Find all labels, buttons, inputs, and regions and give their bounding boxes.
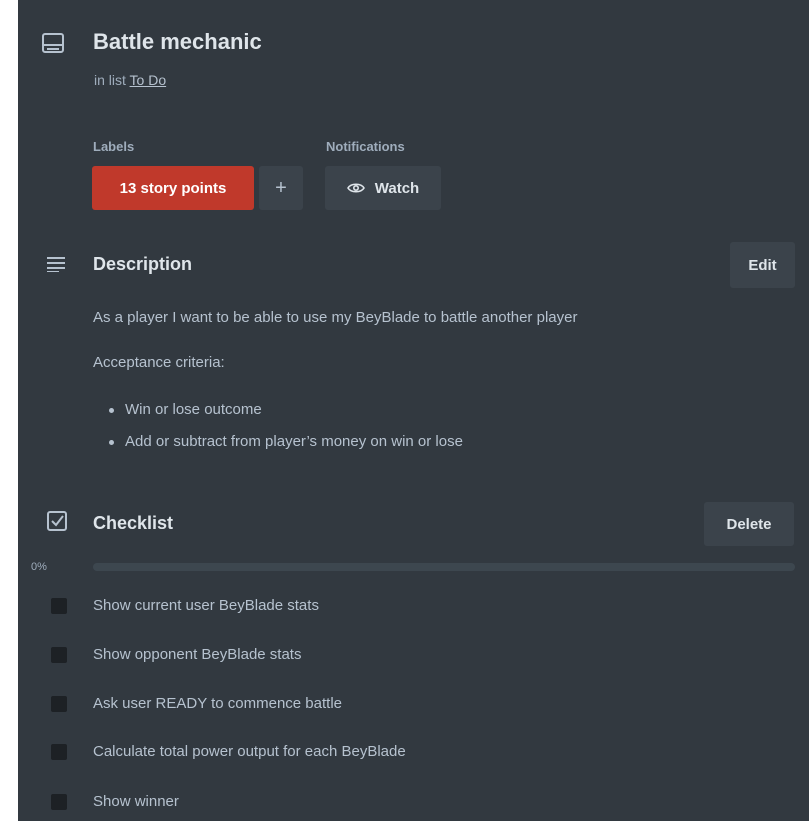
list-location: in list To Do bbox=[94, 72, 166, 88]
list-link[interactable]: To Do bbox=[130, 72, 167, 88]
checklist-heading: Checklist bbox=[93, 513, 174, 533]
eye-icon bbox=[346, 182, 365, 194]
add-label-button[interactable]: + bbox=[259, 166, 303, 210]
watch-button[interactable]: Watch bbox=[325, 166, 441, 210]
checklist-item[interactable]: Show current user BeyBlade stats bbox=[93, 597, 319, 614]
notifications-heading: Notifications bbox=[326, 139, 405, 154]
description-lines-icon bbox=[47, 256, 65, 272]
in-list-prefix: in list bbox=[94, 72, 126, 88]
plus-icon: + bbox=[275, 176, 287, 199]
label-chip[interactable]: 13 story points bbox=[92, 166, 254, 210]
card-detail-panel: Battle mechanic in list To Do Labels 13 … bbox=[18, 0, 809, 821]
card-title[interactable]: Battle mechanic bbox=[93, 29, 262, 55]
acceptance-criteria-heading: Acceptance criteria: bbox=[93, 354, 225, 371]
checklist-item[interactable]: Show opponent BeyBlade stats bbox=[93, 646, 301, 663]
watch-label: Watch bbox=[374, 179, 420, 197]
card-icon bbox=[42, 33, 64, 53]
description-bullet: Win or lose outcome bbox=[125, 401, 262, 418]
checklist-item[interactable]: Ask user READY to commence battle bbox=[93, 695, 342, 712]
checklist-item-checkbox[interactable] bbox=[51, 696, 67, 712]
description-bullet: Add or subtract from player’s money on w… bbox=[125, 433, 463, 450]
checklist-item-checkbox[interactable] bbox=[51, 598, 67, 614]
checklist-item-checkbox[interactable] bbox=[51, 794, 67, 810]
checkbox-checked-icon bbox=[47, 511, 67, 531]
checklist-item-checkbox[interactable] bbox=[51, 647, 67, 663]
checklist-item-checkbox[interactable] bbox=[51, 744, 67, 760]
bullet-dot bbox=[109, 408, 114, 413]
labels-heading: Labels bbox=[93, 139, 135, 154]
checklist-progress-percent: 0% bbox=[31, 561, 47, 573]
description-heading: Description bbox=[93, 254, 193, 274]
checklist-item[interactable]: Show winner bbox=[93, 793, 179, 810]
delete-checklist-button[interactable]: Delete bbox=[704, 502, 794, 546]
bullet-dot bbox=[109, 440, 114, 445]
description-paragraph[interactable]: As a player I want to be able to use my … bbox=[93, 309, 577, 326]
checklist-progress-bar bbox=[93, 563, 795, 571]
checklist-item[interactable]: Calculate total power output for each Be… bbox=[93, 743, 406, 760]
edit-description-button[interactable]: Edit bbox=[730, 242, 795, 288]
